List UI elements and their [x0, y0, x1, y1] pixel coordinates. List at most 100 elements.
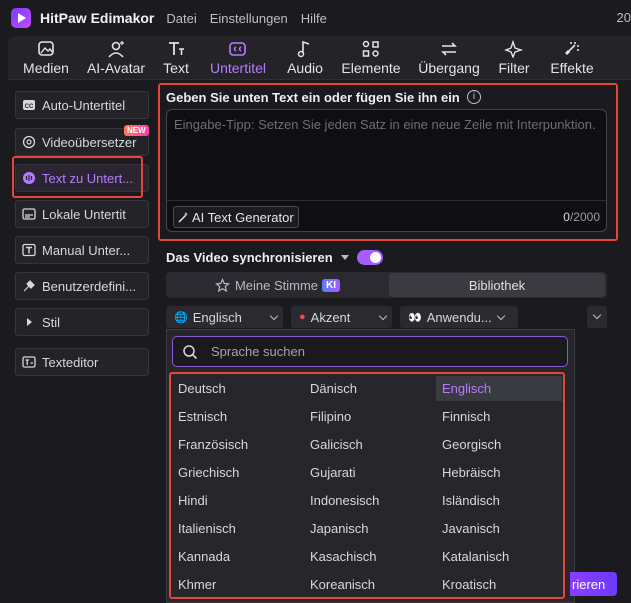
language-option[interactable]: Italienisch — [178, 521, 236, 536]
sidebar-item-label: Auto-Untertitel — [42, 97, 126, 113]
highlight-frame-languages — [169, 372, 565, 599]
triangle-right-icon — [27, 318, 32, 326]
tool-filter[interactable]: Filter — [494, 36, 534, 80]
usage-select[interactable]: 👀 Anwendu... — [400, 306, 518, 328]
tool-label: Übergang — [418, 60, 480, 76]
textarea-divider — [167, 200, 606, 201]
language-option[interactable]: Koreanisch — [310, 577, 375, 592]
star-icon — [215, 277, 230, 292]
app-name: HitPaw Edimakor — [40, 10, 155, 26]
tool-untertitel[interactable]: Untertitel — [206, 36, 270, 80]
sidebar-item-label: Texteditor — [42, 354, 99, 370]
avatar-icon — [108, 41, 124, 58]
tool-uebergang[interactable]: Übergang — [417, 36, 481, 80]
cc-icon: CC — [23, 100, 35, 110]
language-option[interactable]: Filipino — [310, 409, 351, 424]
text-editor-icon — [22, 356, 36, 368]
accent-select[interactable]: ● Akzent — [291, 306, 392, 328]
tab-meine-stimme[interactable]: Meine Stimme KI — [166, 272, 389, 298]
language-option[interactable]: Georgisch — [442, 437, 501, 452]
tab-label: Bibliothek — [468, 277, 526, 293]
render-button[interactable]: rieren — [570, 572, 617, 596]
tool-medien[interactable]: Medien — [16, 36, 76, 80]
chevron-down-icon — [496, 311, 505, 320]
language-option[interactable]: Khmer — [178, 577, 216, 592]
language-option[interactable]: Deutsch — [178, 381, 226, 396]
render-label: rieren — [572, 576, 606, 592]
sidebar-item-label: Videoübersetzer — [42, 134, 137, 150]
sync-toggle[interactable] — [357, 250, 383, 265]
language-option[interactable]: Kasachisch — [310, 549, 376, 564]
tool-label: Elemente — [341, 60, 401, 76]
text-input-area[interactable]: Eingabe-Tipp: Setzen Sie jeden Satz in e… — [166, 109, 607, 232]
language-option[interactable]: Isländisch — [442, 493, 500, 508]
sidebar-item-manual-untertitel[interactable]: Manual Unter... — [15, 236, 149, 264]
search-icon — [183, 344, 198, 359]
language-option[interactable]: Griechisch — [178, 465, 239, 480]
subtitle-icon — [229, 42, 246, 56]
chevron-down-icon — [592, 310, 602, 320]
accent-value: Akzent — [310, 309, 351, 325]
tool-text[interactable]: Text — [158, 36, 194, 80]
sync-video-row[interactable]: Das Video synchronisieren — [166, 250, 349, 265]
language-option[interactable]: Katalanisch — [442, 549, 509, 564]
eyes-icon: 👀 — [408, 311, 422, 324]
language-option[interactable]: Hindi — [178, 493, 208, 508]
tool-label: Audio — [287, 60, 323, 76]
media-icon — [38, 41, 54, 56]
lips-icon: ● — [299, 311, 306, 323]
tool-elemente[interactable]: Elemente — [341, 36, 401, 80]
sidebar-item-stil[interactable]: Stil — [15, 308, 149, 336]
ai-text-generator-button[interactable]: AI Text Generator — [173, 206, 299, 228]
tool-label: Filter — [498, 60, 530, 76]
tool-label: Untertitel — [209, 60, 267, 76]
tab-bibliothek[interactable]: Bibliothek — [389, 273, 605, 297]
voice-source-tabs: Meine Stimme KI Bibliothek — [166, 272, 607, 298]
tool-audio[interactable]: Audio — [283, 36, 327, 80]
text-icon — [169, 42, 184, 55]
language-option[interactable]: Englisch — [442, 381, 491, 396]
language-option[interactable]: Kannada — [178, 549, 230, 564]
chevron-down-icon[interactable] — [340, 255, 349, 260]
chevron-down-icon — [269, 311, 279, 320]
language-select[interactable]: 🌐 Englisch — [166, 306, 283, 328]
main-toolbar: Medien AI-Avatar Text Untertitel Audio E… — [8, 36, 631, 80]
sidebar-item-auto-untertitel[interactable]: CC Auto-Untertitel — [15, 91, 149, 119]
tool-effekte[interactable]: Effekte — [547, 36, 597, 80]
language-option[interactable]: Französisch — [178, 437, 248, 452]
sidebar-item-benutzerdefiniert[interactable]: Benutzerdefini... — [15, 272, 149, 300]
language-option[interactable]: Indonesisch — [310, 493, 379, 508]
language-option[interactable]: Javanisch — [442, 521, 500, 536]
menu-einstellungen[interactable]: Einstellungen — [210, 11, 288, 26]
menu-datei[interactable]: Datei — [166, 11, 196, 26]
magic-wand-icon — [178, 211, 188, 223]
svg-text:CC: CC — [25, 104, 34, 110]
tool-ai-avatar[interactable]: AI-Avatar — [82, 36, 150, 80]
menu-hilfe[interactable]: Hilfe — [301, 11, 327, 26]
search-placeholder: Sprache suchen — [211, 344, 305, 359]
sidebar-item-texteditor[interactable]: Texteditor — [15, 348, 149, 376]
ki-badge: KI — [322, 278, 341, 292]
tool-label: Text — [163, 60, 189, 76]
language-option[interactable]: Gujarati — [310, 465, 356, 480]
translate-icon — [22, 135, 36, 149]
tool-label: Effekte — [550, 60, 594, 76]
sidebar-item-lokale-untertitel[interactable]: Lokale Untertit — [15, 200, 149, 228]
language-option[interactable]: Dänisch — [310, 381, 357, 396]
sidebar-item-label: Lokale Untertit — [42, 206, 126, 222]
input-heading: Geben Sie unten Text ein oder fügen Sie … — [166, 90, 460, 105]
language-option[interactable]: Japanisch — [310, 521, 369, 536]
language-option[interactable]: Finnisch — [442, 409, 490, 424]
language-search-input[interactable]: Sprache suchen — [172, 336, 568, 367]
sync-label: Das Video synchronisieren — [166, 250, 333, 265]
sparkle-icon — [504, 40, 524, 58]
counter-current: 0 — [563, 210, 570, 224]
info-icon[interactable]: i — [467, 90, 481, 104]
new-badge: NEW — [124, 125, 149, 136]
language-option[interactable]: Hebräisch — [442, 465, 501, 480]
music-note-icon — [297, 40, 310, 58]
more-options-button[interactable] — [587, 306, 607, 328]
language-option[interactable]: Estnisch — [178, 409, 227, 424]
language-option[interactable]: Galicisch — [310, 437, 363, 452]
language-option[interactable]: Kroatisch — [442, 577, 496, 592]
